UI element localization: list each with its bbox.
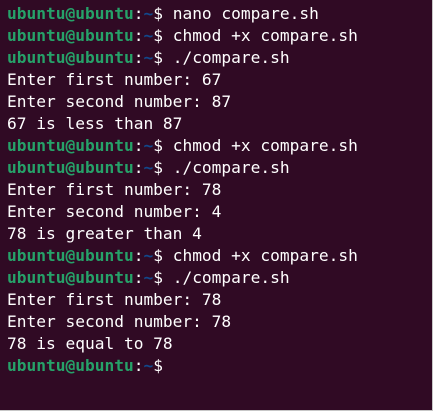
prompt-separator: : (133, 26, 144, 45)
prompt-symbol: $ (153, 136, 163, 155)
prompt-line: ubuntu@ubuntu:~$ ./compare.sh (7, 157, 432, 179)
prompt-path: ~ (143, 4, 154, 23)
prompt-symbol: $ (153, 356, 163, 375)
text-cursor (173, 356, 176, 374)
prompt-path: ~ (143, 158, 154, 177)
output-line: 67 is less than 87 (7, 114, 183, 133)
prompt-line[interactable]: ubuntu@ubuntu:~$ (7, 355, 432, 377)
command-text: chmod +x compare.sh (162, 136, 358, 155)
prompt-user: ubuntu@ubuntu (7, 48, 134, 67)
prompt-separator: : (133, 268, 144, 287)
prompt-user: ubuntu@ubuntu (7, 268, 134, 287)
prompt-path: ~ (143, 26, 154, 45)
prompt-symbol: $ (153, 246, 163, 265)
prompt-separator: : (133, 158, 144, 177)
command-text: ./compare.sh (162, 158, 290, 177)
prompt-separator: : (133, 246, 144, 265)
command-text: chmod +x compare.sh (162, 246, 358, 265)
prompt-separator: : (133, 356, 144, 375)
prompt-separator: : (133, 136, 144, 155)
prompt-symbol: $ (153, 4, 163, 23)
terminal-window[interactable]: ubuntu@ubuntu:~$ nano compare.sh ubuntu@… (0, 0, 433, 411)
prompt-user: ubuntu@ubuntu (7, 26, 134, 45)
output-line: Enter second number: 78 (7, 312, 232, 331)
prompt-line: ubuntu@ubuntu:~$ ./compare.sh (7, 47, 432, 69)
prompt-line: ubuntu@ubuntu:~$ chmod +x compare.sh (7, 245, 432, 267)
prompt-separator: : (133, 4, 144, 23)
prompt-user: ubuntu@ubuntu (7, 4, 134, 23)
prompt-path: ~ (143, 246, 154, 265)
prompt-path: ~ (143, 356, 154, 375)
output-line: Enter first number: 67 (7, 70, 222, 89)
prompt-symbol: $ (153, 158, 163, 177)
prompt-symbol: $ (153, 268, 163, 287)
command-text: ./compare.sh (162, 268, 290, 287)
prompt-separator: : (133, 48, 144, 67)
output-line: 78 is equal to 78 (7, 334, 173, 353)
prompt-symbol: $ (153, 48, 163, 67)
prompt-user: ubuntu@ubuntu (7, 246, 134, 265)
command-text: chmod +x compare.sh (162, 26, 358, 45)
command-text: ./compare.sh (162, 48, 290, 67)
prompt-path: ~ (143, 268, 154, 287)
command-text: nano compare.sh (162, 4, 319, 23)
prompt-path: ~ (143, 48, 154, 67)
output-line: Enter first number: 78 (7, 290, 222, 309)
output-line: 78 is greater than 4 (7, 224, 202, 243)
command-input[interactable] (163, 356, 173, 375)
prompt-user: ubuntu@ubuntu (7, 158, 134, 177)
prompt-symbol: $ (153, 26, 163, 45)
prompt-line: ubuntu@ubuntu:~$ chmod +x compare.sh (7, 25, 432, 47)
prompt-user: ubuntu@ubuntu (7, 356, 134, 375)
prompt-line: ubuntu@ubuntu:~$ chmod +x compare.sh (7, 135, 432, 157)
output-line: Enter second number: 4 (7, 202, 222, 221)
prompt-user: ubuntu@ubuntu (7, 136, 134, 155)
output-line: Enter first number: 78 (7, 180, 222, 199)
prompt-path: ~ (143, 136, 154, 155)
prompt-line: ubuntu@ubuntu:~$ ./compare.sh (7, 267, 432, 289)
output-line: Enter second number: 87 (7, 92, 232, 111)
prompt-line: ubuntu@ubuntu:~$ nano compare.sh (7, 3, 432, 25)
